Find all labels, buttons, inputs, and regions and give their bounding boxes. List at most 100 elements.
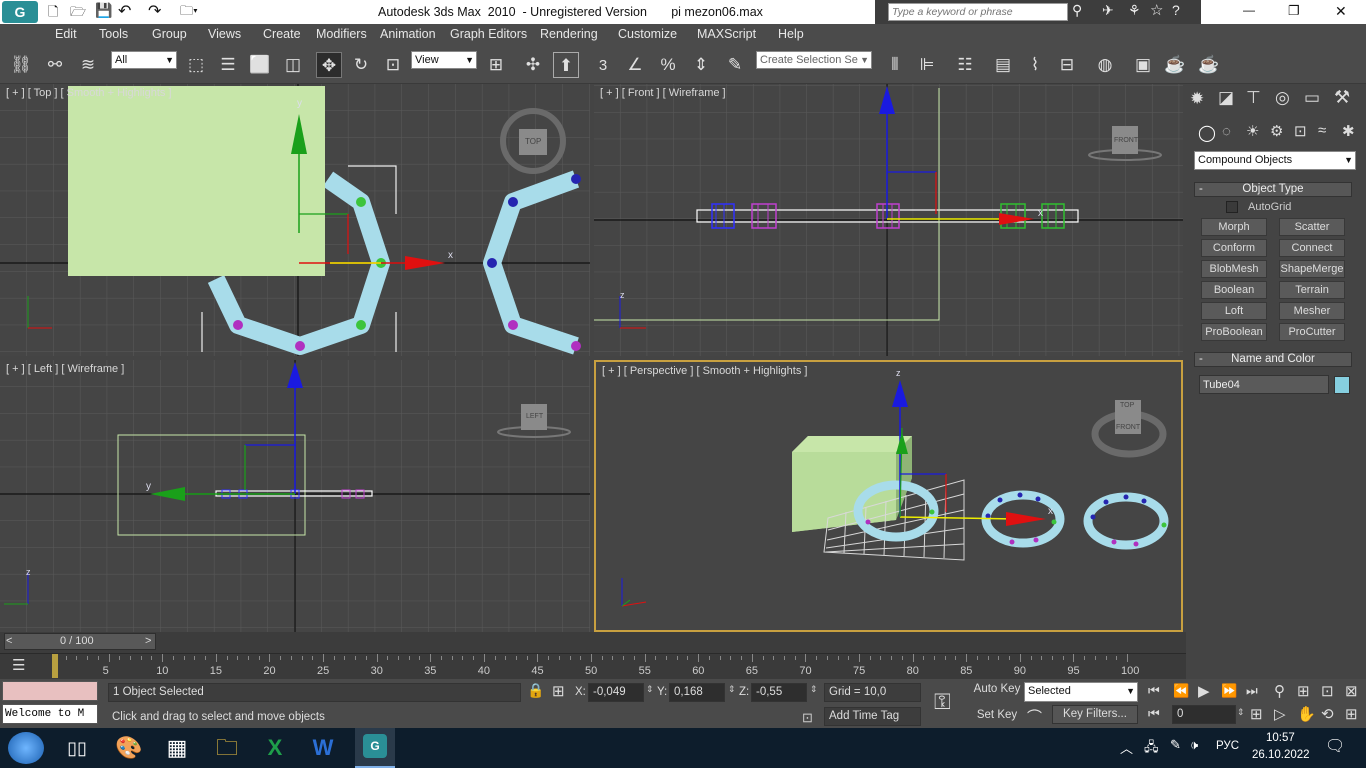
- maxscript-mini-listener[interactable]: Welcome to M: [2, 704, 98, 724]
- start-button[interactable]: [8, 732, 44, 764]
- viewcube-left-label[interactable]: LEFT: [526, 413, 543, 420]
- menu-maxscript[interactable]: MAXScript: [697, 27, 756, 41]
- x-spinner-icon[interactable]: ⇕: [646, 684, 654, 695]
- menu-modifiers[interactable]: Modifiers: [316, 27, 367, 41]
- curve-editor-icon[interactable]: ⌇: [1022, 52, 1048, 78]
- language-indicator[interactable]: РУС: [1216, 740, 1239, 752]
- project-folder-icon[interactable]: 🗀▾: [180, 2, 198, 24]
- clock-date[interactable]: 26.10.2022: [1252, 749, 1310, 761]
- scale-icon[interactable]: ⊡: [380, 52, 406, 78]
- track-bar-menu-icon[interactable]: ☰: [12, 656, 25, 674]
- viewcube-top-label[interactable]: TOP: [525, 137, 541, 146]
- set-key-icon[interactable]: ⚿: [934, 689, 951, 715]
- mesher-button[interactable]: Mesher: [1279, 302, 1345, 320]
- task-view-icon[interactable]: ▯▯: [60, 732, 94, 764]
- new-file-icon[interactable]: 🗋: [48, 3, 58, 25]
- undo-icon[interactable]: ↶: [118, 1, 131, 21]
- zoom-extents-icon[interactable]: ⊡: [1321, 682, 1334, 700]
- edit-named-sets-icon[interactable]: ✎: [722, 52, 748, 78]
- tangent-type-icon[interactable]: ⌒: [1027, 706, 1042, 727]
- set-key-button[interactable]: Set Key: [974, 709, 1020, 721]
- render-setup-icon[interactable]: ▣: [1130, 52, 1156, 78]
- menu-animation[interactable]: Animation: [380, 27, 436, 41]
- loft-button[interactable]: Loft: [1201, 302, 1267, 320]
- timeslider-prev-button[interactable]: <: [6, 635, 12, 647]
- shapes-icon[interactable]: ◌: [1222, 123, 1231, 140]
- scatter-button[interactable]: Scatter: [1279, 218, 1345, 236]
- autogrid-checkbox[interactable]: [1226, 201, 1238, 213]
- word-icon[interactable]: W: [306, 732, 340, 764]
- search-input[interactable]: [888, 3, 1068, 21]
- menu-help[interactable]: Help: [778, 27, 804, 41]
- file-explorer-icon[interactable]: 🗀: [210, 732, 244, 764]
- z-spinner-icon[interactable]: ⇕: [810, 684, 818, 695]
- keyboard-shortcut-icon[interactable]: ⬆: [553, 52, 579, 78]
- morph-button[interactable]: Morph: [1201, 218, 1267, 236]
- viewport-left[interactable]: [ + ] [ Left ] [ Wireframe ] LEFT y z: [0, 360, 590, 632]
- z-coordinate-field[interactable]: -0,55: [751, 683, 807, 702]
- spinner-snap-icon[interactable]: ⇕: [688, 52, 714, 78]
- current-frame-field[interactable]: 0: [1172, 705, 1236, 724]
- display-tab-icon[interactable]: ▭: [1304, 88, 1320, 108]
- orbit-icon[interactable]: ⟲: [1321, 705, 1334, 723]
- maximize-button[interactable]: ❐: [1288, 3, 1300, 19]
- volume-icon[interactable]: 🕩: [1190, 737, 1198, 753]
- menu-create[interactable]: Create: [263, 27, 301, 41]
- helpers-icon[interactable]: ⊡: [1294, 122, 1307, 140]
- 3dsmax-taskbar-icon[interactable]: G: [355, 728, 395, 768]
- graphite-ribbon-icon[interactable]: ▤: [990, 52, 1016, 78]
- boolean-button[interactable]: Boolean: [1201, 281, 1267, 299]
- quick-render-icon[interactable]: ☕: [1196, 52, 1222, 78]
- procutter-button[interactable]: ProCutter: [1279, 323, 1345, 341]
- zoom-icon[interactable]: ⚲: [1274, 682, 1285, 700]
- snap-toggle-icon[interactable]: 3: [590, 52, 616, 78]
- rendered-frame-icon[interactable]: ☕: [1162, 52, 1188, 78]
- layer-manager-icon[interactable]: ☷: [952, 52, 978, 78]
- binoculars-icon[interactable]: ⚲: [1072, 2, 1082, 19]
- object-name-field[interactable]: [1199, 375, 1329, 394]
- rotate-icon[interactable]: ↻: [348, 52, 374, 78]
- object-color-swatch[interactable]: [1334, 376, 1350, 394]
- object-type-rollout-header[interactable]: - Object Type: [1194, 182, 1352, 197]
- viewport-perspective-label[interactable]: [ + ] [ Perspective ] [ Smooth + Highlig…: [602, 365, 807, 377]
- next-frame-icon[interactable]: ⏩: [1221, 683, 1237, 699]
- menu-views[interactable]: Views: [208, 27, 241, 41]
- field-of-view-icon[interactable]: ▷: [1274, 705, 1286, 723]
- shapemerge-button[interactable]: ShapeMerge: [1279, 260, 1345, 278]
- viewport-front[interactable]: [ + ] [ Front ] [ Wireframe ] FRONT z x: [594, 84, 1183, 356]
- menu-graph-editors[interactable]: Graph Editors: [450, 27, 527, 41]
- timeslider-next-button[interactable]: >: [145, 635, 151, 647]
- app-logo-icon[interactable]: G: [2, 1, 38, 23]
- material-editor-icon[interactable]: ◍: [1092, 52, 1118, 78]
- menu-customize[interactable]: Customize: [618, 27, 677, 41]
- select-by-name-icon[interactable]: ☰: [215, 52, 241, 78]
- proboolean-button[interactable]: ProBoolean: [1201, 323, 1267, 341]
- unlink-icon[interactable]: ⚯: [42, 52, 68, 78]
- subscription-icon[interactable]: ✈: [1102, 2, 1114, 19]
- bind-space-warp-icon[interactable]: ≋: [75, 52, 101, 78]
- zoom-extents-all-icon[interactable]: ⊠: [1345, 682, 1358, 700]
- comm-center-icon[interactable]: ⚘: [1128, 2, 1141, 19]
- schematic-view-icon[interactable]: ⊟: [1054, 52, 1080, 78]
- close-button[interactable]: ✕: [1335, 3, 1347, 20]
- space-warps-icon[interactable]: ≈: [1318, 122, 1326, 139]
- window-crossing-icon[interactable]: ◫: [280, 52, 306, 78]
- add-time-tag-icon[interactable]: ⊡: [802, 710, 813, 726]
- viewcube-front-label[interactable]: FRONT: [1116, 424, 1140, 431]
- key-mode-dropdown[interactable]: Selected ▼: [1024, 682, 1138, 702]
- link-icon[interactable]: ⛓: [8, 52, 34, 78]
- redo-icon[interactable]: ↷: [148, 1, 161, 21]
- name-color-rollout-header[interactable]: - Name and Color: [1194, 352, 1352, 367]
- hierarchy-tab-icon[interactable]: ⊤: [1246, 88, 1261, 108]
- viewport-top-label[interactable]: [ + ] [ Top ] [ Smooth + Highlights ]: [6, 87, 172, 99]
- save-icon[interactable]: 💾: [95, 2, 112, 19]
- key-mode-toggle-icon[interactable]: ⏮: [1148, 706, 1160, 722]
- blobmesh-button[interactable]: BlobMesh: [1201, 260, 1267, 278]
- rect-selection-icon[interactable]: ⬜: [247, 52, 273, 78]
- clock-time[interactable]: 10:57: [1266, 732, 1295, 744]
- terrain-button[interactable]: Terrain: [1279, 281, 1345, 299]
- excel-icon[interactable]: X: [258, 732, 292, 764]
- mirror-icon[interactable]: ⫴: [882, 52, 908, 78]
- systems-icon[interactable]: ✱: [1342, 122, 1355, 140]
- maxscript-listener-pane[interactable]: [2, 681, 98, 701]
